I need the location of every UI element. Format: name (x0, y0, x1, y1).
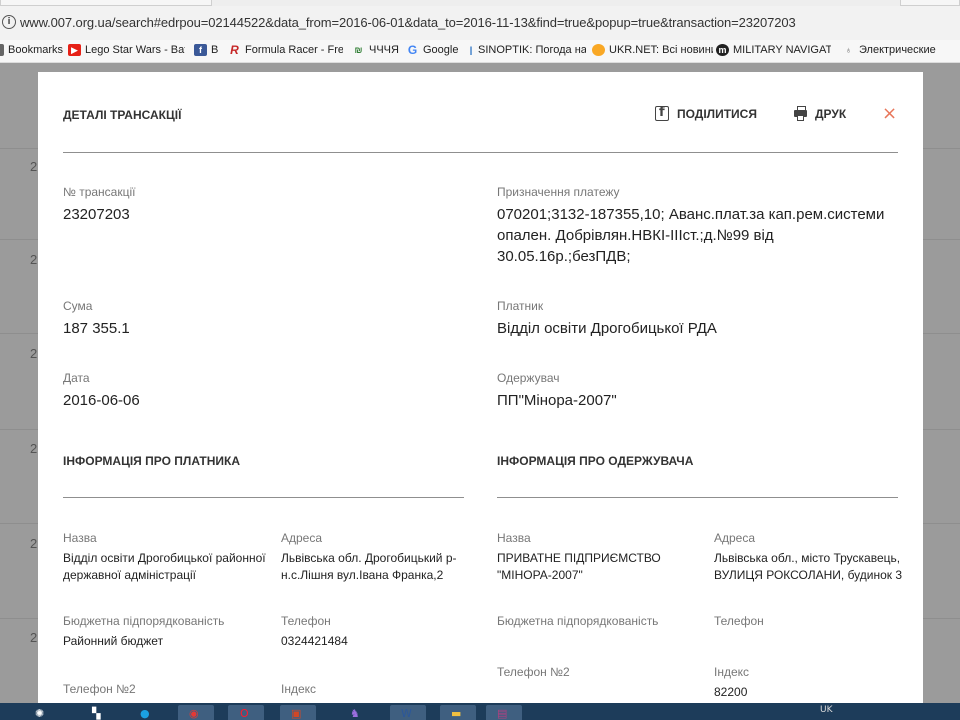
bookmark-item[interactable]: | SINOPTIK: Погода на (468, 44, 586, 56)
address-bar: i www.007.org.ua/search#edrpou=02144522&… (0, 6, 960, 41)
recipient-name-label: Назва (497, 531, 531, 545)
recipient-phone-label: Телефон (714, 614, 764, 628)
facebook-icon: f (194, 44, 207, 56)
background-row-text: 2 (30, 252, 38, 267)
bulb-icon: ♁ (845, 45, 852, 55)
tray-language[interactable]: UK (820, 705, 833, 715)
wizard-icon[interactable]: ♞ (340, 705, 376, 720)
folder-icon[interactable]: ▬ (440, 705, 476, 720)
date-label: Дата (63, 371, 90, 385)
payer-address-label: Адреса (281, 531, 323, 545)
header-divider (63, 152, 898, 153)
bookmarks-bar: Bookmarks ▶ Lego Star Wars - Batt f B R … (0, 40, 960, 63)
payer-phone-label: Телефон (281, 614, 331, 628)
recipient-budget-label: Бюджетна підпорядкованість (497, 614, 659, 628)
payer-name-value: Відділ освіти Дрогобицької районної держ… (63, 551, 266, 582)
payer-index-label: Індекс (281, 682, 317, 696)
bookmark-item[interactable]: ♁ Электрические (842, 44, 936, 56)
bookmark-item[interactable]: Bookmarks (0, 44, 63, 56)
windows-start-icon[interactable]: ✺ (25, 705, 61, 720)
payer-address-value: Львівська обл. Дрогобицький р-н.с.Лішня … (281, 551, 457, 582)
word-icon[interactable]: W (390, 705, 426, 720)
formula-logo-icon: R (230, 43, 239, 57)
modal-header: ДЕТАЛІ ТРАНСАКЦІЇ ПОДІЛИТИСЯ ДРУК × (63, 103, 898, 126)
app-icon[interactable]: ▚ (82, 705, 118, 720)
recipient-index-value: 82200 (714, 685, 748, 699)
powerpoint-icon[interactable]: ▣ (280, 705, 316, 720)
recipient-name-value: ПРИВАТНЕ ПІДПРИЄМСТВО "МІНОРА-2007" (497, 551, 661, 582)
share-label: ПОДІЛИТИСЯ (677, 106, 757, 121)
bookmark-item[interactable]: m MILITARY NAVIGATOR (716, 44, 831, 56)
transaction-no-label: № трансакції (63, 185, 136, 199)
background-row-text: 2 (30, 346, 38, 361)
transaction-no-value: 23207203 (63, 206, 130, 223)
background-row-text: 2 (30, 536, 38, 551)
print-label: ДРУК (815, 106, 847, 121)
payer-phone2-label: Телефон №2 (63, 682, 136, 696)
share-button[interactable]: ПОДІЛИТИСЯ (655, 105, 757, 121)
printer-icon (794, 106, 807, 121)
youtube-icon: ▶ (68, 44, 81, 56)
modal-title: ДЕТАЛІ ТРАНСАКЦІЇ (63, 108, 182, 122)
amount-label: Сума (63, 299, 93, 313)
date-value: 2016-06-06 (63, 392, 140, 409)
transaction-details-modal: ДЕТАЛІ ТРАНСАКЦІЇ ПОДІЛИТИСЯ ДРУК × № тр… (38, 72, 923, 712)
payer-info-divider (63, 497, 464, 498)
payer-budget-label: Бюджетна підпорядкованість (63, 614, 225, 628)
url-field[interactable]: www.007.org.ua/search#edrpou=02144522&da… (20, 15, 796, 30)
ukrnet-icon (592, 44, 605, 56)
purpose-label: Призначення платежу (497, 185, 620, 199)
recipient-address-value: Львівська обл., місто Трускавець, ВУЛИЦЯ… (714, 551, 903, 582)
payer-value: Відділ освіти Дрогобицької РДА (497, 320, 717, 337)
recipient-phone2-label: Телефон №2 (497, 665, 570, 679)
skype-icon[interactable]: ● (130, 705, 166, 720)
facebook-icon (655, 105, 669, 121)
bookmark-item[interactable]: UKR.NET: Всі новини (592, 44, 713, 56)
military-icon: m (716, 44, 729, 56)
payer-name-label: Назва (63, 531, 97, 545)
bookmark-item[interactable]: ₪ ЧЧЧЯ (352, 44, 399, 56)
recipient-value: ПП"Мінора-2007" (497, 392, 617, 409)
sinoptik-icon: | (469, 45, 473, 55)
payer-budget-value: Районний бюджет (63, 634, 164, 648)
opera-icon[interactable]: O (228, 705, 264, 720)
site-info-icon[interactable]: i (2, 15, 16, 29)
taskbar: ✺ ▚ ● ◉ O ▣ ♞ W ▬ ▤ UK (0, 703, 960, 720)
site-logo-icon: ₪ (354, 45, 363, 55)
bookmark-item[interactable]: f B (194, 44, 218, 56)
bookmark-item[interactable]: R Formula Racer - Free (228, 44, 343, 56)
payer-info-title: ІНФОРМАЦІЯ ПРО ПЛАТНИКА (63, 454, 241, 468)
recipient-address-label: Адреса (714, 531, 756, 545)
winrar-icon[interactable]: ▤ (486, 705, 522, 720)
purpose-value: 070201;3132-187355,10; Аванс.плат.за кап… (497, 206, 885, 265)
apps-grid-icon (0, 44, 4, 56)
background-row-text: 2 (30, 441, 38, 456)
recipient-info-title: ІНФОРМАЦІЯ ПРО ОДЕРЖУВАЧА (497, 454, 694, 468)
payer-label: Платник (497, 299, 544, 313)
recipient-label: Одержувач (497, 371, 560, 385)
payer-phone-value: 0324421484 (281, 634, 348, 648)
background-row-text: 2 (30, 159, 38, 174)
google-icon: G (407, 43, 418, 57)
bookmark-item[interactable]: ▶ Lego Star Wars - Batt (68, 44, 185, 56)
background-row-text: 2 (30, 630, 38, 645)
amount-value: 187 355.1 (63, 320, 130, 337)
close-icon[interactable]: × (882, 103, 897, 124)
recipient-info-divider (497, 497, 898, 498)
bookmark-item[interactable]: G Google (406, 43, 459, 57)
chrome-icon[interactable]: ◉ (178, 705, 214, 720)
recipient-index-label: Індекс (714, 665, 750, 679)
print-button[interactable]: ДРУК (794, 106, 846, 121)
